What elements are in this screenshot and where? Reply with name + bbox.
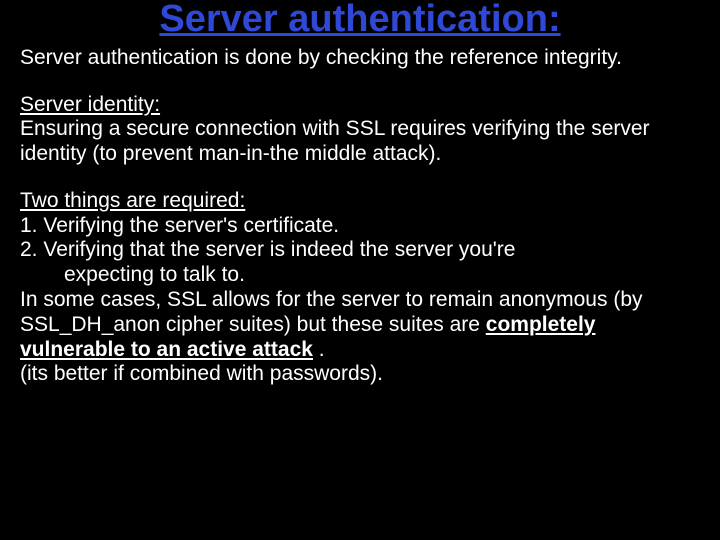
- requirements-heading: Two things are required:: [20, 189, 245, 212]
- slide-title: Server authentication:: [20, 0, 700, 40]
- server-identity-paragraph: Server identity: Ensuring a secure conne…: [20, 93, 700, 167]
- requirement-2-line1: 2. Verifying that the server is indeed t…: [20, 238, 515, 261]
- intro-paragraph: Server authentication is done by checkin…: [20, 46, 700, 71]
- requirement-2-line2: expecting to talk to.: [20, 263, 700, 288]
- closing-line: (its better if combined with passwords).: [20, 362, 383, 385]
- requirement-1: 1. Verifying the server's certificate.: [20, 214, 339, 237]
- requirements-paragraph: Two things are required: 1. Verifying th…: [20, 189, 700, 387]
- server-identity-heading: Server identity:: [20, 93, 160, 116]
- server-identity-body: Ensuring a secure connection with SSL re…: [20, 117, 650, 165]
- slide-body: Server authentication is done by checkin…: [20, 46, 700, 387]
- slide: Server authentication: Server authentica…: [0, 0, 720, 540]
- note-post: .: [313, 338, 325, 361]
